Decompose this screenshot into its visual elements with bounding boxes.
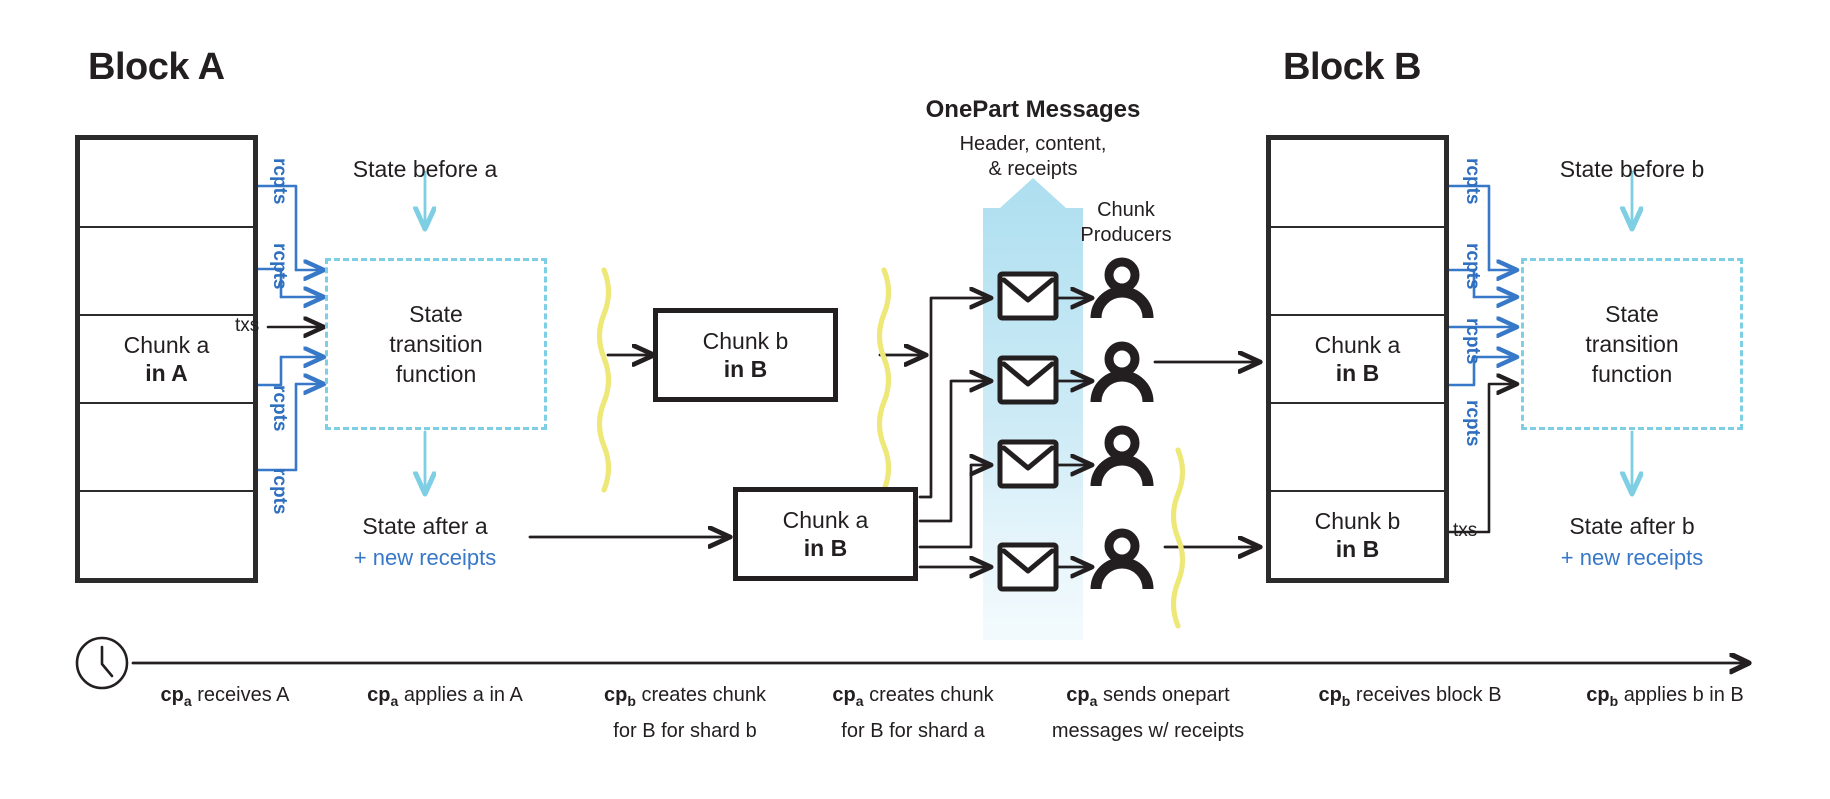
rcpts-label-a4: rcpts	[269, 468, 290, 515]
onepart-subtitle-line1: Header, content,	[959, 133, 1107, 155]
timeline-line1: receives block B	[1355, 684, 1502, 706]
timeline-cp: cp	[1318, 684, 1342, 706]
diagram-canvas: Block A Chunk a in A rcpts rcpts rcpts r…	[0, 0, 1830, 799]
new-receipts-b-label: + new receipts	[1560, 545, 1704, 570]
row-line2: in A	[145, 360, 188, 386]
timeline-cp: cp	[1586, 684, 1610, 706]
block-a-row	[80, 404, 253, 492]
timeline-line2: for B for shard b	[613, 720, 757, 742]
row-line1: Chunk b	[1314, 508, 1401, 534]
rcpts-label-b3: rcpts	[1462, 318, 1483, 365]
rcpts-label-a2: rcpts	[269, 243, 290, 290]
stf-line-3: function	[1591, 361, 1673, 387]
timeline-sub: a	[390, 693, 399, 709]
stf-line-3: function	[395, 361, 477, 387]
timeline-line1: applies a in A	[403, 684, 523, 706]
envelope-icon	[997, 542, 1059, 592]
timeline-step-3: cpa creates chunk for B for shard a	[798, 680, 1028, 746]
timeline-sub: b	[1341, 693, 1351, 709]
chunk-producers-line2: Producers	[1080, 224, 1172, 246]
timeline-line2: for B for shard a	[841, 720, 985, 742]
stf-line-1: State	[1605, 301, 1659, 327]
stf-line-1: State	[409, 301, 463, 327]
timeline-line1: applies b in B	[1623, 684, 1744, 706]
block-b-row	[1271, 140, 1444, 228]
timeline-sub: b	[1609, 693, 1619, 709]
block-a-grid: Chunk a in A	[75, 135, 258, 583]
timeline-step-5: cpb receives block B	[1280, 680, 1540, 716]
timeline-cp: cp	[1066, 684, 1090, 706]
rcpts-label-a1: rcpts	[269, 158, 290, 205]
txs-label-b: txs	[1453, 520, 1478, 541]
timeline-step-6: cpb applies b in B	[1540, 680, 1790, 716]
stf-line-2: transition	[389, 331, 483, 357]
chunk-box-line1: Chunk a	[782, 507, 869, 533]
row-line2: in B	[1335, 536, 1380, 562]
person-icon	[1090, 257, 1154, 319]
chunk-box-line1: Chunk b	[702, 328, 789, 354]
block-a-title: Block A	[88, 46, 225, 88]
new-receipts-a-label: + new receipts	[353, 545, 497, 570]
envelope-icon	[997, 439, 1059, 489]
block-b-grid: Chunk a in B Chunk b in B	[1266, 135, 1449, 583]
stf-line-2: transition	[1585, 331, 1679, 357]
state-transition-function-a: State transition function	[325, 258, 547, 430]
timeline-line2: messages w/ receipts	[1051, 720, 1245, 742]
row-line1: Chunk a	[1314, 332, 1401, 358]
state-after-b-label: State after b	[1569, 513, 1695, 539]
timeline-sub: a	[1089, 693, 1098, 709]
timeline-sub: a	[855, 693, 864, 709]
block-b-row	[1271, 228, 1444, 316]
row-line1: Chunk a	[123, 332, 210, 358]
rcpts-label-a3: rcpts	[269, 385, 290, 432]
block-b-title: Block B	[1283, 46, 1421, 88]
onepart-subtitle-line2: & receipts	[988, 158, 1078, 180]
block-a-row	[80, 492, 253, 578]
block-b-row-chunk-a: Chunk a in B	[1271, 316, 1444, 404]
rcpts-label-b2: rcpts	[1462, 243, 1483, 290]
timeline-line1: receives A	[197, 684, 290, 706]
row-line2: in B	[1335, 360, 1380, 386]
person-icon	[1090, 341, 1154, 403]
state-before-a-label: State before a	[352, 156, 498, 182]
timeline-sub: b	[627, 693, 636, 709]
timeline-line1: creates chunk	[641, 684, 766, 706]
block-a-row-chunk-a: Chunk a in A	[80, 316, 253, 404]
chunk-producers-line1: Chunk	[1097, 199, 1155, 221]
timeline-step-0: cpa receives A	[110, 680, 340, 716]
block-b-row	[1271, 404, 1444, 492]
envelope-icon	[997, 271, 1059, 321]
timeline-cp: cp	[604, 684, 628, 706]
timeline-cp: cp	[160, 684, 184, 706]
timeline-sub: a	[183, 693, 192, 709]
block-a-row	[80, 228, 253, 316]
timeline-line1: sends onepart	[1102, 684, 1230, 706]
rcpts-label-b1: rcpts	[1462, 158, 1483, 205]
txs-label-a: txs	[235, 315, 260, 336]
timeline-step-1: cpa applies a in A	[325, 680, 565, 716]
person-group	[1090, 257, 1154, 590]
timeline-step-2: cpb creates chunk for B for shard b	[570, 680, 800, 746]
rcpts-label-b4: rcpts	[1462, 400, 1483, 447]
block-b-row-chunk-b: Chunk b in B	[1271, 492, 1444, 578]
timeline-line1: creates chunk	[869, 684, 994, 706]
person-icon	[1090, 425, 1154, 487]
chunk-b-in-b-box: Chunk b in B	[653, 308, 838, 402]
chunk-box-line2: in B	[723, 356, 768, 382]
chunk-a-in-b-box: Chunk a in B	[733, 487, 918, 581]
timeline-cp: cp	[367, 684, 391, 706]
timeline-cp: cp	[832, 684, 856, 706]
person-icon	[1090, 528, 1154, 590]
timeline-step-4: cpa sends onepart messages w/ receipts	[1023, 680, 1273, 746]
block-a-row	[80, 140, 253, 228]
envelope-icon	[997, 355, 1059, 405]
state-transition-function-b: State transition function	[1521, 258, 1743, 430]
chunk-box-line2: in B	[803, 535, 848, 561]
state-before-b-label: State before b	[1559, 156, 1705, 182]
state-after-a-label: State after a	[362, 513, 488, 539]
onepart-title: OnePart Messages	[925, 96, 1141, 123]
